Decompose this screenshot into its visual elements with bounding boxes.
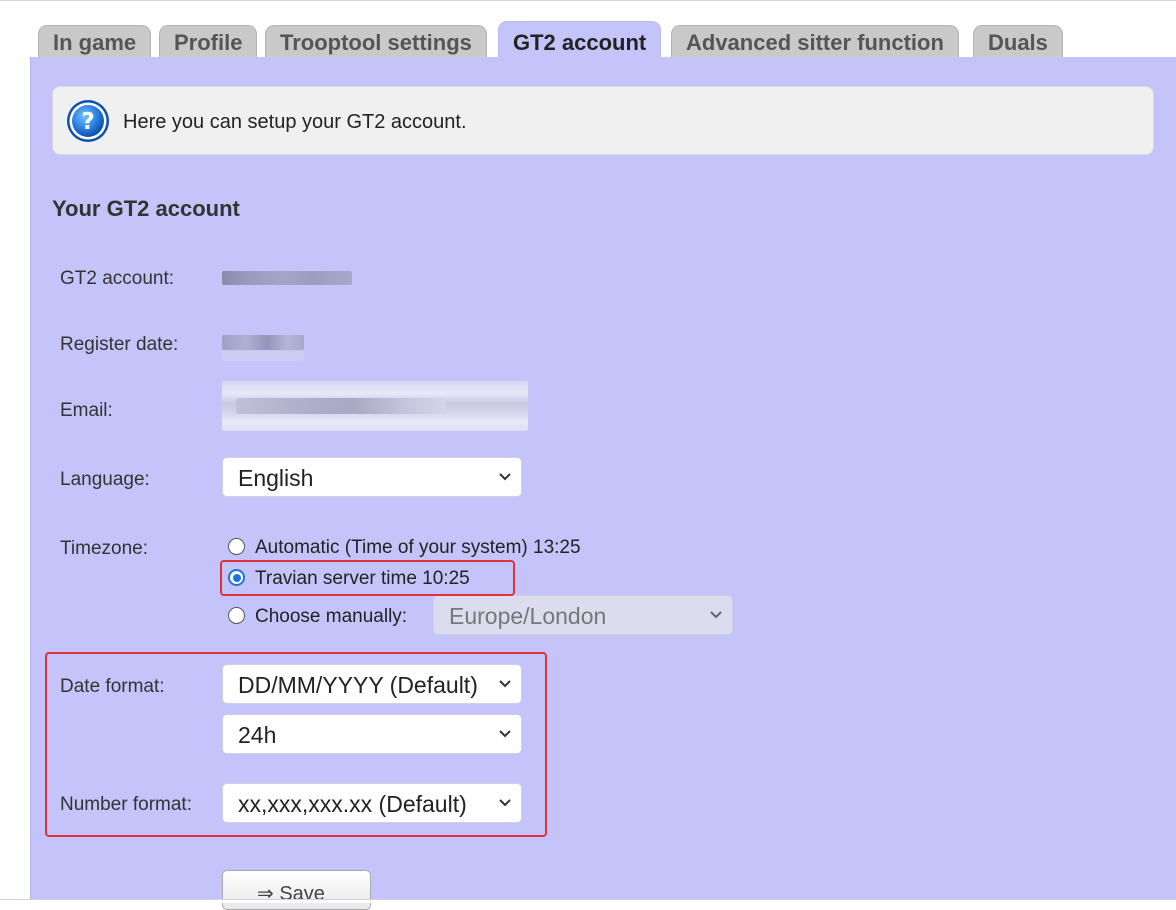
section-title: Your GT2 account bbox=[52, 196, 240, 221]
number-format-select-value: xx,xxx,xxx.xx (Default) bbox=[238, 791, 467, 817]
date-format-label: Date format: bbox=[60, 676, 165, 697]
timezone-option-server-time[interactable]: Travian server time 10:25 bbox=[228, 568, 470, 590]
timezone-option-manual[interactable]: Choose manually: bbox=[228, 606, 407, 628]
chevron-down-icon bbox=[499, 473, 511, 481]
bottom-edge bbox=[0, 899, 1176, 903]
timezone-automatic-label: Automatic (Time of your system) 13:25 bbox=[255, 537, 581, 558]
timezone-manual-select-value: Europe/London bbox=[449, 603, 607, 629]
timezone-option-automatic[interactable]: Automatic (Time of your system) 13:25 bbox=[228, 537, 581, 559]
date-format-select-value: DD/MM/YYYY (Default) bbox=[238, 672, 478, 698]
timezone-manual-radio[interactable] bbox=[228, 607, 245, 624]
tab-gt2-account[interactable]: GT2 account bbox=[498, 21, 662, 58]
save-button[interactable]: ⇒ Save bbox=[222, 870, 371, 910]
time-format-select[interactable]: 24h bbox=[222, 714, 522, 754]
tab-profile[interactable]: Profile bbox=[159, 25, 258, 57]
timezone-label: Timezone: bbox=[60, 538, 148, 559]
chevron-down-icon bbox=[499, 730, 511, 738]
svg-text:?: ? bbox=[81, 109, 94, 135]
language-label: Language: bbox=[60, 469, 150, 490]
chevron-down-icon bbox=[499, 799, 511, 807]
email-label: Email: bbox=[60, 400, 113, 421]
tab-duals[interactable]: Duals bbox=[973, 25, 1063, 57]
chevron-down-icon bbox=[710, 611, 722, 619]
info-box: ? Here you can setup your GT2 account. bbox=[52, 86, 1154, 155]
tab-bar: In game Profile Trooptool settings GT2 a… bbox=[0, 1, 1176, 58]
info-text: Here you can setup your GT2 account. bbox=[123, 111, 467, 133]
gt2-account-label: GT2 account: bbox=[60, 268, 175, 289]
timezone-automatic-radio[interactable] bbox=[228, 538, 245, 555]
tab-in-game[interactable]: In game bbox=[38, 25, 152, 57]
timezone-manual-label: Choose manually: bbox=[255, 606, 408, 627]
register-date-value-redacted-lower bbox=[222, 351, 304, 361]
timezone-server-time-radio[interactable] bbox=[228, 569, 245, 586]
settings-panel: ? Here you can setup your GT2 account. Y… bbox=[30, 57, 1176, 910]
register-date-value-redacted bbox=[222, 335, 304, 350]
register-date-label: Register date: bbox=[60, 334, 179, 355]
timezone-server-time-label: Travian server time 10:25 bbox=[255, 568, 470, 589]
gt2-account-value-redacted bbox=[222, 271, 352, 285]
tab-trooptool-settings[interactable]: Trooptool settings bbox=[265, 25, 487, 57]
date-format-select[interactable]: DD/MM/YYYY (Default) bbox=[222, 664, 522, 704]
timezone-manual-select[interactable]: Europe/London bbox=[433, 595, 733, 635]
language-select-value: English bbox=[238, 465, 314, 491]
chevron-down-icon bbox=[499, 680, 511, 688]
help-icon: ? bbox=[67, 100, 109, 142]
email-value-redacted-text bbox=[236, 398, 446, 414]
tab-advanced-sitter-function[interactable]: Advanced sitter function bbox=[671, 25, 959, 57]
number-format-select[interactable]: xx,xxx,xxx.xx (Default) bbox=[222, 783, 522, 823]
time-format-select-value: 24h bbox=[238, 722, 277, 748]
settings-window: In game Profile Trooptool settings GT2 a… bbox=[0, 0, 1176, 910]
language-select[interactable]: English bbox=[222, 457, 522, 497]
number-format-label: Number format: bbox=[60, 794, 192, 815]
